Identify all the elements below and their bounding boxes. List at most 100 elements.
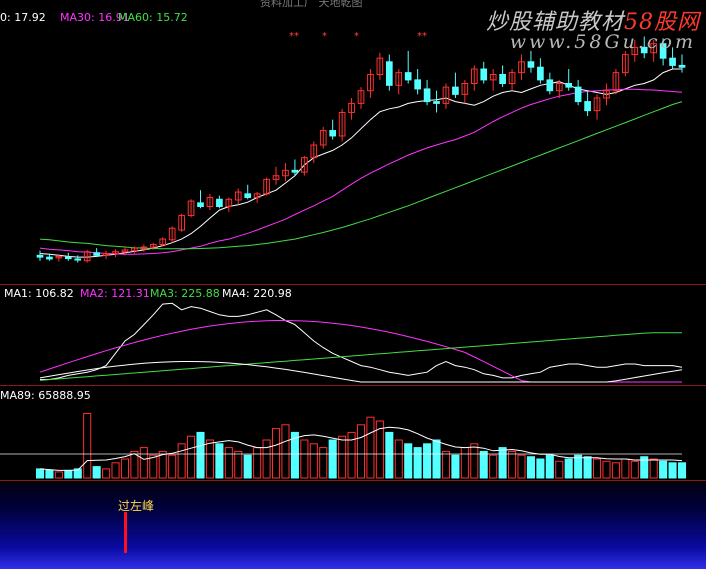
volume-bar-down xyxy=(35,468,45,479)
volume-bar-up xyxy=(489,454,498,479)
ind-ma3-legend: MA3: 225.88 xyxy=(150,287,220,300)
volume-bar-up xyxy=(508,450,517,479)
signal-mark: ** xyxy=(417,31,427,42)
volume-bar-up xyxy=(649,458,658,479)
volume-bar-down xyxy=(215,443,224,479)
volume-bar-down xyxy=(564,458,573,479)
signal-mark: * xyxy=(354,31,359,42)
candle-down xyxy=(291,169,299,173)
volume-bar-down xyxy=(583,456,592,479)
candle-down xyxy=(537,66,544,81)
candle-down xyxy=(574,86,582,103)
candle-down xyxy=(546,79,554,92)
volume-bar-up xyxy=(102,468,111,479)
volume-bar-up xyxy=(281,424,290,479)
volume-bar-down xyxy=(498,447,507,479)
volume-bar-up xyxy=(120,458,130,479)
candle-down xyxy=(527,61,535,68)
volume-bar-up xyxy=(271,428,281,479)
volume-bar-down xyxy=(545,454,554,479)
indicator-line-4 xyxy=(39,361,683,383)
signal-mark: * xyxy=(322,31,327,42)
ind-ma1-legend: MA1: 106.82 xyxy=(4,287,74,300)
volume-bar-up xyxy=(555,460,564,479)
volume-bar-down xyxy=(243,454,252,479)
volume-bar-down xyxy=(677,462,687,479)
volume-bar-up xyxy=(338,435,347,479)
volume-bar-down xyxy=(64,469,73,479)
candle-down xyxy=(74,258,82,261)
candle-down xyxy=(433,101,440,104)
volume-bar-down xyxy=(451,454,460,479)
price-panel[interactable] xyxy=(36,36,686,263)
ind-ma2-legend: MA2: 121.31 xyxy=(80,287,150,300)
ind-ma4-legend: MA4: 220.98 xyxy=(222,287,292,300)
volume-bar-up xyxy=(224,447,233,479)
volume-bar-up xyxy=(234,450,243,479)
indicator-line-3 xyxy=(39,332,682,381)
volume-bar-up xyxy=(319,447,328,479)
candle-down xyxy=(584,101,591,112)
panel-divider-volume xyxy=(0,480,706,481)
volume-bar-down xyxy=(404,443,413,479)
volume-bar-down xyxy=(45,469,54,479)
volume-bar-up xyxy=(253,447,262,479)
volume-bar-up xyxy=(111,462,120,479)
volume-bar-up xyxy=(621,458,630,479)
volume-bar-up xyxy=(356,424,366,479)
volume-bar-up xyxy=(83,412,92,479)
volume-panel[interactable] xyxy=(0,412,687,479)
signal-panel xyxy=(0,482,706,569)
ma10-legend: 0: 17.92 xyxy=(0,11,46,24)
volume-bar-up xyxy=(187,435,196,479)
candle-down xyxy=(414,79,421,90)
volume-bar-up xyxy=(139,447,148,479)
volume-ma89-legend: MA89: 65888.95 xyxy=(0,389,91,402)
volume-bar-up xyxy=(441,450,451,479)
candle-down xyxy=(452,86,459,95)
volume-bar-up xyxy=(54,471,63,479)
candle-down xyxy=(385,61,393,86)
volume-bar-down xyxy=(536,458,545,479)
volume-bar-down xyxy=(423,443,432,479)
volume-bar-up xyxy=(177,443,186,479)
volume-bar-up xyxy=(149,454,158,479)
volume-bar-up xyxy=(611,462,620,479)
volume-bar-down xyxy=(659,460,668,479)
candle-down xyxy=(329,130,337,137)
series-line-ma60 xyxy=(39,101,683,250)
candle-down xyxy=(46,256,53,260)
volume-bar-up xyxy=(300,439,309,479)
candle-down xyxy=(36,254,44,258)
volume-bar-up xyxy=(309,443,318,479)
volume-bar-down xyxy=(526,456,535,479)
volume-bar-up xyxy=(366,416,375,479)
indicator-line-1 xyxy=(40,302,683,380)
candle-down xyxy=(216,198,223,208)
volume-bar-up xyxy=(460,447,469,479)
ma60-legend: MA60: 15.72 xyxy=(118,11,188,24)
volume-bar-down xyxy=(196,431,205,479)
candle-down xyxy=(244,193,252,198)
candle-down xyxy=(499,73,506,84)
candle-down xyxy=(93,252,100,256)
volume-bar-up xyxy=(262,439,271,479)
signal-mark: ** xyxy=(289,31,299,42)
candle-down xyxy=(565,83,573,88)
volume-bar-up xyxy=(630,460,639,479)
volume-bar-up xyxy=(592,458,602,479)
volume-bar-down xyxy=(328,439,337,479)
volume-bar-up xyxy=(394,439,403,479)
volume-bar-down xyxy=(479,450,488,479)
watermark-url: www.58Gu.com xyxy=(509,31,696,53)
volume-bar-up xyxy=(168,454,177,479)
panel-divider-indicator xyxy=(0,385,706,386)
indicator-panel[interactable] xyxy=(39,302,683,383)
candle-down xyxy=(423,88,431,103)
volume-bar-down xyxy=(385,431,394,479)
volume-bar-down xyxy=(668,462,677,479)
panel-divider-price xyxy=(0,284,706,285)
volume-bar-down xyxy=(574,454,583,479)
candle-down xyxy=(197,202,204,208)
volume-bar-up xyxy=(602,460,611,479)
